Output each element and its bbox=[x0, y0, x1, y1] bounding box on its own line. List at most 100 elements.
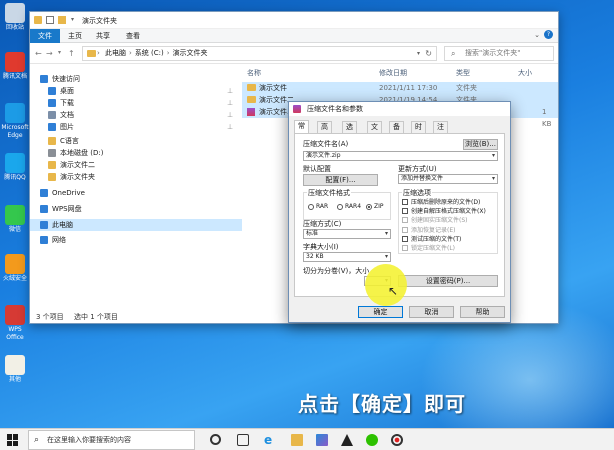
chevron-down-icon[interactable]: ▾ bbox=[492, 152, 495, 160]
archive-name-value: 演示文件.zip bbox=[306, 152, 341, 159]
desktop-icon-label: 腾讯QQ bbox=[4, 174, 26, 181]
option-checkbox-1[interactable] bbox=[402, 208, 408, 215]
column-size[interactable]: 大小 bbox=[518, 68, 532, 78]
column-modified[interactable]: 修改日期 bbox=[379, 68, 407, 78]
dialog-tab-4[interactable]: 备份 bbox=[389, 121, 404, 142]
dict-size-label: 字典大小(I) bbox=[303, 243, 339, 251]
option-label: 锁定压缩文件(L) bbox=[411, 245, 456, 252]
ribbon-collapse-icon[interactable]: ⌄ bbox=[534, 31, 540, 39]
recent-dropdown-icon[interactable]: ▾ bbox=[58, 49, 61, 56]
dialog-tab-5[interactable]: 时间 bbox=[411, 121, 426, 142]
option-label: 压缩后删除原来的文件(D) bbox=[411, 199, 481, 206]
quick-access-dropdown-icon[interactable]: ▾ bbox=[71, 16, 74, 23]
desktop-icon-0[interactable]: 回收站 bbox=[0, 3, 30, 32]
column-type[interactable]: 类型 bbox=[456, 68, 470, 78]
method-select[interactable]: 标准 ▾ bbox=[303, 229, 391, 239]
nav-item-2[interactable]: 下载 ⊥ bbox=[30, 97, 242, 109]
multitask-icon[interactable] bbox=[237, 434, 249, 446]
column-name[interactable]: 名称 bbox=[247, 68, 261, 78]
nav-item-10[interactable]: WPS网盘 bbox=[30, 203, 242, 215]
nav-item-3[interactable]: 文档 ⊥ bbox=[30, 109, 242, 121]
breadcrumb-2[interactable]: 演示文件夹 bbox=[173, 49, 208, 57]
desktop-icon-4[interactable]: 微信 bbox=[0, 205, 30, 234]
search-input[interactable]: ⌕ 搜索"演示文件夹" bbox=[444, 46, 554, 61]
options-label: 压缩选项 bbox=[402, 189, 432, 198]
desktop-icon-3[interactable]: 腾讯QQ bbox=[0, 153, 30, 182]
desktop-icon-label: WPS Office bbox=[6, 326, 24, 341]
start-button[interactable] bbox=[7, 434, 19, 446]
store-icon[interactable] bbox=[316, 434, 328, 446]
address-box[interactable]: › 此电脑 › 系统 (C:) › 演示文件夹 ▾ ↻ bbox=[82, 46, 437, 61]
edge-icon[interactable]: e bbox=[264, 434, 276, 446]
back-icon[interactable]: ← bbox=[35, 49, 42, 58]
network-icon bbox=[40, 236, 48, 244]
wechat-icon[interactable] bbox=[366, 434, 378, 446]
nav-item-4[interactable]: 图片 ⊥ bbox=[30, 121, 242, 133]
ribbon-tab-3[interactable]: 查看 bbox=[118, 29, 148, 43]
nav-item-9[interactable]: OneDrive bbox=[30, 187, 242, 199]
nav-item-6[interactable]: 本地磁盘 (D:) bbox=[30, 147, 242, 159]
dialog-tab-1[interactable]: 高级 bbox=[317, 121, 332, 142]
update-mode-select[interactable]: 添加并替换文件 ▾ bbox=[398, 174, 498, 184]
help-button[interactable]: 帮助 bbox=[460, 306, 505, 318]
desktop-icon-5[interactable]: 火绒安全 bbox=[0, 254, 30, 283]
archive-name-field[interactable]: 演示文件.zip ▾ bbox=[303, 151, 498, 161]
nav-item-11[interactable]: 此电脑 bbox=[30, 219, 242, 231]
address-dropdown-icon[interactable]: ▾ bbox=[417, 47, 420, 60]
file-icon bbox=[5, 355, 25, 375]
file-row[interactable]: 演示文件 2021/1/11 17:30 文件夹 bbox=[242, 82, 558, 94]
format-radio-2[interactable] bbox=[366, 204, 372, 210]
cancel-button[interactable]: 取消 bbox=[409, 306, 454, 318]
cloud-icon bbox=[40, 205, 48, 213]
taskbar-search-input[interactable]: ⌕ 在这里输入你要搜索的内容 bbox=[28, 430, 195, 450]
default-profile-label: 默认配置 bbox=[303, 165, 331, 173]
ok-button[interactable]: 确定 bbox=[358, 306, 403, 318]
record-icon[interactable] bbox=[391, 434, 403, 446]
up-icon[interactable]: ↑ bbox=[68, 49, 75, 58]
format-label: 压缩文件格式 bbox=[307, 189, 351, 198]
edge-icon bbox=[5, 103, 25, 123]
ribbon-tab-0[interactable]: 文件 bbox=[30, 29, 60, 43]
task-view-icon[interactable] bbox=[210, 434, 221, 445]
desktop-icon-1[interactable]: 腾讯文档 bbox=[0, 52, 30, 81]
item-count: 3 个项目 bbox=[36, 313, 64, 321]
desktop-icon-2[interactable]: Microsoft Edge bbox=[0, 103, 30, 140]
dialog-tab-0[interactable]: 常规 bbox=[294, 120, 309, 141]
desktop-icon-6[interactable]: WPS Office bbox=[0, 305, 30, 342]
nav-item-label: 文档 bbox=[60, 111, 74, 119]
dict-size-select[interactable]: 32 KB ▾ bbox=[303, 252, 391, 262]
breadcrumb-1[interactable]: 系统 (C:) bbox=[135, 49, 164, 57]
refresh-icon[interactable]: ↻ bbox=[425, 47, 432, 60]
dialog-tab-2[interactable]: 选项 bbox=[342, 121, 357, 142]
app-icon[interactable] bbox=[341, 434, 353, 446]
dialog-tab-6[interactable]: 注释 bbox=[433, 121, 448, 142]
file-explorer-icon[interactable] bbox=[291, 434, 303, 446]
nav-item-7[interactable]: 演示文件二 bbox=[30, 159, 242, 171]
help-icon[interactable]: ? bbox=[544, 30, 553, 39]
cloud-icon bbox=[40, 189, 48, 197]
breadcrumb-0[interactable]: 此电脑 bbox=[105, 49, 126, 57]
desktop-icon-7[interactable]: 其他 bbox=[0, 355, 30, 384]
option-checkbox-0[interactable] bbox=[402, 199, 408, 205]
browse-button[interactable]: 浏览(B)... bbox=[463, 139, 498, 150]
nav-item-1[interactable]: 桌面 ⊥ bbox=[30, 85, 242, 97]
nav-item-0[interactable]: 快速访问 bbox=[30, 73, 242, 85]
nav-item-label: 本地磁盘 (D:) bbox=[60, 149, 104, 157]
nav-item-12[interactable]: 网络 bbox=[30, 234, 242, 246]
dialog-tab-3[interactable]: 文件 bbox=[367, 121, 382, 142]
nav-item-8[interactable]: 演示文件夹 bbox=[30, 171, 242, 183]
format-radio-0[interactable] bbox=[308, 204, 314, 210]
drive-icon bbox=[48, 149, 56, 157]
update-mode-label: 更新方式(U) bbox=[398, 165, 437, 173]
set-password-button[interactable]: 设置密码(P)... bbox=[398, 275, 498, 287]
nav-item-5[interactable]: C语言 bbox=[30, 135, 242, 147]
forward-icon[interactable]: → bbox=[46, 49, 53, 58]
profiles-button[interactable]: 配置(F)... bbox=[303, 174, 378, 186]
properties-icon[interactable] bbox=[46, 16, 54, 24]
computer-icon bbox=[40, 221, 48, 229]
ribbon-tab-2[interactable]: 共享 bbox=[88, 29, 118, 43]
new-folder-icon[interactable] bbox=[58, 16, 66, 24]
option-checkbox-4[interactable] bbox=[402, 235, 408, 242]
ribbon-tab-1[interactable]: 主页 bbox=[60, 29, 90, 43]
format-radio-1[interactable] bbox=[337, 204, 343, 210]
